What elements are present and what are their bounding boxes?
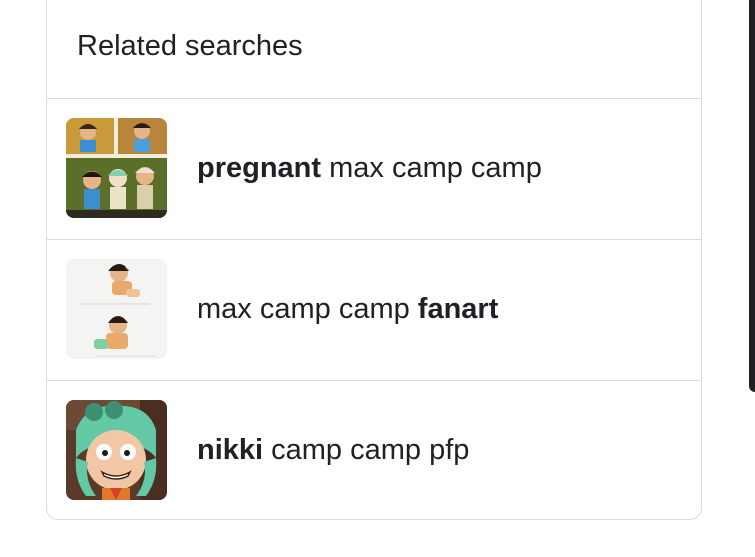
fanart-thumbnail-icon <box>66 259 167 359</box>
related-search-term: max camp camp <box>321 152 542 184</box>
related-search-label: nikki camp camp pfp <box>197 433 469 467</box>
collage-thumbnail-icon <box>66 118 167 218</box>
related-search-bold-term: fanart <box>417 293 499 325</box>
related-search-item-pregnant-max-camp-camp[interactable]: pregnant max camp camp <box>47 99 701 240</box>
nikki-thumbnail-icon <box>66 400 167 500</box>
related-search-item-max-camp-camp-fanart[interactable]: max camp camp fanart <box>47 240 701 381</box>
related-search-term: camp camp pfp <box>263 434 470 466</box>
related-search-item-nikki-camp-camp-pfp[interactable]: nikki camp camp pfp <box>47 381 701 519</box>
related-search-bold-term: pregnant <box>197 152 322 184</box>
related-searches-header: Related searches <box>47 0 701 99</box>
related-searches-title: Related searches <box>77 30 303 62</box>
related-search-label: max camp camp fanart <box>197 292 498 326</box>
related-search-bold-term: nikki <box>197 434 264 466</box>
related-searches-card: Related searches pregnant max camp camp … <box>46 0 702 520</box>
adjacent-panel-edge <box>749 0 755 392</box>
related-search-label: pregnant max camp camp <box>197 151 542 185</box>
related-search-term: max camp camp <box>197 293 418 325</box>
